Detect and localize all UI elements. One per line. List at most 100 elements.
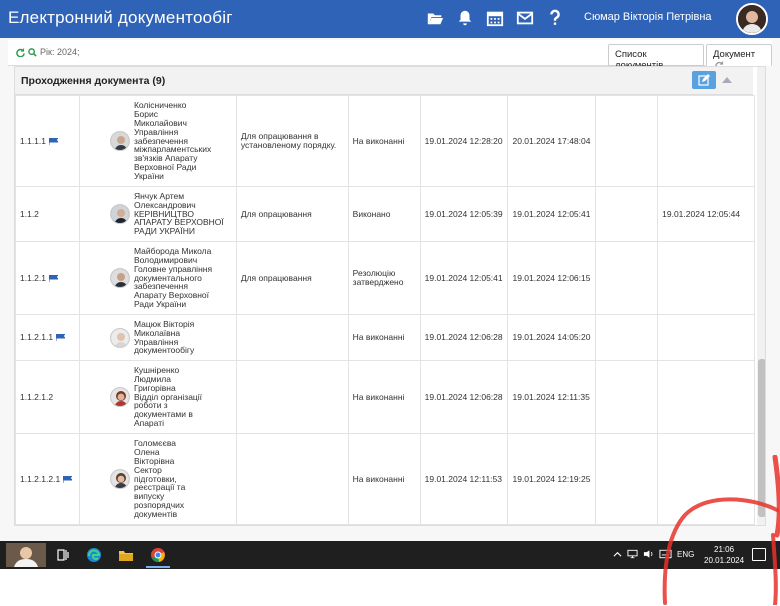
route-table: 1.1.1.1 Колісниченко Борис Миколайович У…: [15, 95, 755, 525]
panel-header: Проходження документа (9): [15, 67, 753, 95]
app-header: Електронний документообіг Сюмар Вікторія…: [0, 0, 780, 38]
row-number: 1.1.2.1: [20, 272, 46, 283]
chrome-icon[interactable]: [150, 547, 166, 563]
envelope-icon[interactable]: [516, 9, 534, 27]
collapse-icon[interactable]: [718, 71, 736, 89]
date-extra-cell: [595, 241, 659, 315]
tab-document-list[interactable]: Список документів: [608, 44, 704, 71]
row-number: 1.1.2.1.1: [20, 332, 54, 343]
executor-name: Мацюк Вікторія Миколаївна Управління док…: [133, 318, 195, 356]
status-cell: Виконано: [347, 186, 421, 242]
volume-icon[interactable]: [643, 549, 654, 559]
date-read-cell: 19.01.2024 12:06:15: [507, 241, 597, 315]
date-completed-cell: [657, 241, 755, 315]
date-read-cell: 19.01.2024 12:05:41: [507, 186, 597, 242]
date-read-cell: 19.01.2024 12:11:35: [507, 360, 597, 434]
date-extra-cell: [595, 433, 659, 525]
executor-cell: Колісниченко Борис Миколайович Управлінн…: [78, 95, 237, 187]
calendar-icon[interactable]: [486, 9, 504, 27]
folder-open-icon[interactable]: [426, 9, 444, 27]
table-row[interactable]: 1.1.1.1 Колісниченко Борис Миколайович У…: [15, 95, 755, 187]
row-number: 1.1.2.1.2.1: [20, 473, 61, 484]
refresh-icon[interactable]: [16, 47, 25, 57]
date-completed-cell: [657, 360, 755, 434]
resolution-cell: [235, 314, 349, 361]
executor-photo: [109, 130, 130, 151]
date-extra-cell: [595, 360, 659, 434]
flag-icon: [56, 334, 66, 342]
status-cell: На виконанні: [347, 360, 421, 434]
executor-cell: Янчук Артем Олександрович КЕРІВНИЦТВО АП…: [78, 186, 237, 242]
executor-cell: Кушніренко Людмила Григорівна Відділ орг…: [78, 360, 237, 434]
date-completed-cell: 19.01.2024 12:05:44: [657, 186, 755, 242]
executor-name: Кушніренко Людмила Григорівна Відділ орг…: [133, 364, 203, 429]
date-received-cell: 19.01.2024 12:11:53: [419, 433, 509, 525]
executor-name: Янчук Артем Олександрович КЕРІВНИЦТВО АП…: [133, 190, 224, 237]
date-received-cell: 19.01.2024 12:28:20: [419, 95, 509, 187]
table-row[interactable]: 1.1.2 Янчук Артем Олександрович КЕРІВНИЦ…: [15, 186, 755, 242]
date-received-cell: 19.01.2024 12:05:41: [419, 241, 509, 315]
status-cell: На виконанні: [347, 433, 421, 525]
resolution-cell: Для опрацювання в установленому порядку.: [235, 95, 349, 187]
question-icon[interactable]: [546, 9, 564, 27]
table-row[interactable]: 1.1.2.1.1 Мацюк Вікторія Миколаївна Упра…: [15, 314, 755, 361]
row-number-cell: 1.1.2: [15, 186, 80, 242]
tab-document[interactable]: Документ: [706, 44, 772, 71]
network-icon[interactable]: [627, 549, 638, 559]
date-extra-cell: [595, 95, 659, 187]
resolution-cell: [235, 433, 349, 525]
resolution-cell: Для опрацювання: [235, 241, 349, 315]
screen: Електронний документообіг Сюмар Вікторія…: [0, 0, 780, 606]
row-number-cell: 1.1.2.1.1: [15, 314, 80, 361]
file-explorer-icon[interactable]: [118, 547, 134, 563]
chevron-up-icon[interactable]: [613, 550, 622, 559]
edit-icon: [698, 74, 710, 86]
date-extra-cell: [595, 314, 659, 361]
year-filter[interactable]: Рік: 2024;: [16, 47, 79, 57]
executor-name: Майборода Микола Володимирович Головне у…: [133, 245, 213, 310]
edit-button[interactable]: [692, 71, 716, 89]
row-number-cell: 1.1.2.1: [15, 241, 80, 315]
user-avatar[interactable]: [736, 3, 768, 35]
flag-icon: [49, 274, 58, 282]
row-number-cell: 1.1.2.1.2: [15, 360, 80, 434]
user-name[interactable]: Сюмар Вікторія Петрівна: [584, 11, 712, 23]
date-read-cell: 19.01.2024 14:05:20: [507, 314, 597, 361]
task-view-icon[interactable]: [55, 547, 71, 563]
date-read-cell: 20.01.2024 17:48:04: [507, 95, 597, 187]
date-completed-cell: [657, 95, 755, 187]
row-number: 1.1.2.1.2: [20, 391, 54, 402]
executor-name: Голомєєва Олена Вікторівна Сектор підгот…: [133, 437, 186, 520]
date-completed-cell: [657, 314, 755, 361]
flag-icon: [49, 137, 58, 145]
status-cell: Резолюцію затверджено: [347, 241, 421, 315]
bell-icon[interactable]: [456, 9, 474, 27]
header-icons: [426, 9, 564, 27]
table-row[interactable]: 1.1.2.1 Майборода Микола Володимирович Г…: [15, 241, 755, 315]
tab-document-label: Документ: [713, 49, 756, 60]
executor-photo: [109, 327, 130, 348]
edge-icon[interactable]: [86, 547, 102, 563]
row-number: 1.1.2: [20, 208, 39, 219]
date-read-cell: 19.01.2024 12:19:25: [507, 433, 597, 525]
search-icon[interactable]: [28, 47, 37, 57]
resolution-cell: [235, 360, 349, 434]
table-row[interactable]: 1.1.2.1.2 Кушніренко Людмила Григорівна …: [15, 360, 755, 434]
app-title: Електронний документообіг: [8, 8, 233, 27]
flag-icon: [63, 475, 73, 483]
row-number: 1.1.1.1: [20, 135, 46, 146]
date-received-cell: 19.01.2024 12:06:28: [419, 360, 509, 434]
document-route-panel: Проходження документа (9) 1.1.1.1 Колісн…: [14, 66, 766, 526]
status-cell: На виконанні: [347, 314, 421, 361]
start-thumbnail[interactable]: [6, 543, 46, 567]
resolution-cell: Для опрацювання: [235, 186, 349, 242]
executor-cell: Майборода Микола Володимирович Головне у…: [78, 241, 237, 315]
executor-cell: Мацюк Вікторія Миколаївна Управління док…: [78, 314, 237, 361]
executor-photo: [109, 386, 130, 407]
executor-photo: [109, 267, 130, 288]
year-filter-label: Рік: 2024;: [40, 47, 80, 57]
executor-photo: [109, 468, 130, 489]
executor-cell: Голомєєва Олена Вікторівна Сектор підгот…: [78, 433, 237, 525]
table-row[interactable]: 1.1.2.1.2.1 Голомєєва Олена Вікторівна С…: [15, 433, 755, 525]
row-number-cell: 1.1.1.1: [15, 95, 80, 187]
